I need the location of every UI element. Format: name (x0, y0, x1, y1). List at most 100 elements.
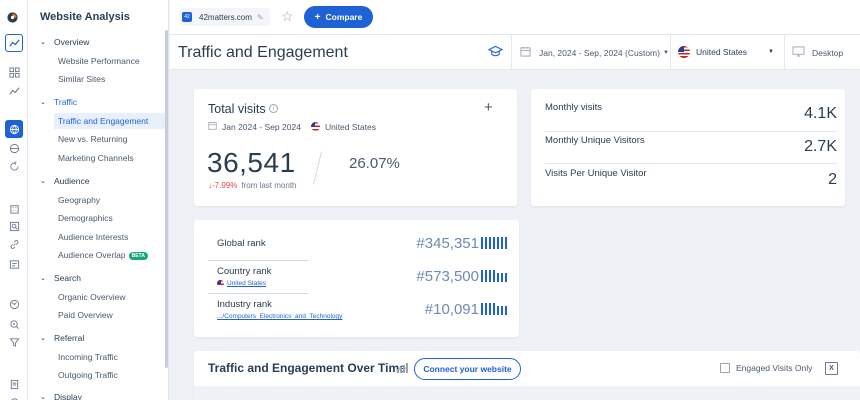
content-strip (194, 386, 860, 400)
nav-item-marketing-channels[interactable]: Marketing Channels (58, 153, 134, 163)
market-globe-icon[interactable] (6, 296, 22, 312)
company-icon[interactable] (6, 200, 22, 216)
learn-cap-icon[interactable] (487, 45, 504, 63)
nav-item-new-vs-returning[interactable]: New vs. Returning (58, 134, 127, 144)
sidebar-title: Website Analysis (40, 11, 130, 23)
nav-section-audience[interactable]: ⌄ Audience (40, 176, 89, 186)
link-icon[interactable] (6, 236, 22, 252)
total-visits-period: Jan 2024 - Sep 2024 (222, 121, 301, 132)
divider (670, 35, 671, 70)
rank-bars-icon (481, 270, 507, 282)
us-flag-icon (310, 122, 320, 131)
total-visits-title: Total visits (208, 102, 266, 116)
engaged-visits-toggle[interactable]: Engaged Visits Only (720, 363, 812, 373)
rank-bars-icon (481, 303, 507, 315)
trend-chart-icon[interactable] (6, 82, 22, 98)
monthly-stats-card: Monthly visits 4.1K Monthly Unique Visit… (531, 89, 845, 206)
nav-item-audience-interests[interactable]: Audience Interests (58, 232, 128, 242)
nav-item-audience-overlap[interactable]: Audience Overlap BETA (58, 250, 148, 260)
divider (312, 151, 323, 185)
page-title: Traffic and Engagement (178, 44, 348, 61)
domain-chip[interactable]: 42 42matters.com ✎ (180, 8, 270, 26)
divider (208, 293, 308, 294)
site-favicon-icon: 42 (182, 12, 192, 22)
sidebar-scrollbar[interactable] (165, 30, 168, 368)
nav-item-organic-overview[interactable]: Organic Overview (58, 292, 126, 302)
monthly-unique-visitors-row: Monthly Unique Visitors 2.7K (545, 135, 837, 155)
filter-icon[interactable] (6, 334, 22, 350)
brand-logo-icon[interactable] (7, 10, 21, 24)
audience-globe-icon[interactable] (6, 140, 22, 156)
us-flag-icon (678, 46, 690, 58)
calendar-icon (520, 46, 531, 59)
refresh-insights-icon[interactable] (6, 158, 22, 174)
dashboard-icon[interactable] (6, 64, 22, 80)
website-research-icon[interactable] (5, 34, 23, 52)
over-time-card: Traffic and Engagement Over Time Connect… (194, 351, 860, 400)
nav-item-demographics[interactable]: Demographics (58, 213, 113, 223)
target-search-icon[interactable] (6, 316, 22, 332)
reports-icon[interactable] (6, 376, 22, 392)
device-selector[interactable]: Desktop (792, 46, 843, 59)
date-range-picker[interactable]: Jan, 2024 - Sep, 2024 (Custom) ▼ (520, 46, 669, 59)
web-traffic-icon[interactable] (5, 120, 23, 138)
rank-bars-icon (481, 237, 507, 249)
total-visits-card: Total visits i + Jan 2024 - Sep 2024 Uni… (194, 89, 517, 206)
divider (511, 35, 512, 70)
engaged-visits-checkbox[interactable] (720, 363, 730, 373)
nav-item-website-performance[interactable]: Website Performance (58, 56, 140, 66)
top-bar: 42 42matters.com ✎ ☆ + Compare (170, 0, 860, 35)
rank-card: Global rank #345,351 Country rank United… (194, 220, 519, 337)
bar-chart-icon (397, 363, 408, 373)
excel-export-icon[interactable]: X (825, 362, 838, 375)
caret-down-icon: ▼ (768, 49, 774, 55)
country-rank-row: Country rank United States #573,500 (217, 266, 507, 287)
nav-section-overview[interactable]: ⌄ Overview (40, 37, 89, 47)
chevron-down-icon: ⌄ (40, 394, 46, 400)
total-visits-change: ↓-7.99% from last month (208, 181, 297, 190)
compare-button[interactable]: + Compare (304, 6, 373, 28)
date-range-value: Jan, 2024 - Sep, 2024 (Custom) (539, 47, 660, 58)
nav-item-traffic-and-engagement[interactable]: Traffic and Engagement (54, 113, 168, 129)
nav-item-geography[interactable]: Geography (58, 195, 100, 205)
nav-item-incoming-traffic[interactable]: Incoming Traffic (58, 352, 118, 362)
nav-section-traffic[interactable]: ⌄ Traffic (40, 97, 77, 107)
total-visits-country: United States (324, 121, 376, 132)
total-visits-share: 26.07% (349, 155, 400, 172)
calendar-icon (208, 121, 217, 132)
chevron-down-icon: ⌄ (40, 275, 46, 282)
more-icon[interactable] (6, 394, 22, 400)
industry-rank-row: Industry rank .../Computers_Electronics_… (217, 299, 507, 320)
add-plus-icon[interactable]: + (484, 99, 493, 116)
total-visits-filters: Jan 2024 - Sep 2024 United States (208, 121, 376, 132)
desktop-monitor-icon (792, 46, 805, 59)
us-flag-icon (217, 280, 224, 287)
beta-badge: BETA (128, 251, 148, 260)
monthly-visits-row: Monthly visits 4.1K (545, 102, 837, 122)
device-value: Desktop (812, 47, 844, 58)
country-selector[interactable]: United States ▼ (678, 46, 778, 58)
nav-item-paid-overview[interactable]: Paid Overview (58, 310, 113, 320)
caret-down-icon: ▼ (662, 49, 669, 56)
visits-per-visitor-row: Visits Per Unique Visitor 2 (545, 168, 837, 188)
chevron-down-icon: ⌄ (40, 178, 46, 185)
info-icon[interactable]: i (269, 104, 278, 113)
global-rank-row: Global rank #345,351 (217, 235, 507, 252)
nav-section-display[interactable]: ⌄ Display (40, 392, 82, 400)
nav-section-referral[interactable]: ⌄ Referral (40, 333, 84, 343)
total-visits-value: 36,541 (207, 147, 296, 178)
favorite-star-icon[interactable]: ☆ (281, 9, 294, 23)
country-value: United States (696, 47, 748, 57)
keyword-search-icon[interactable] (6, 218, 22, 234)
connect-website-button[interactable]: Connect your website (414, 358, 521, 380)
nav-item-similar-sites[interactable]: Similar Sites (58, 74, 105, 84)
chevron-down-icon: ⌄ (40, 39, 46, 46)
nav-item-outgoing-traffic[interactable]: Outgoing Traffic (58, 370, 118, 380)
ads-icon[interactable] (6, 256, 22, 272)
over-time-title: Traffic and Engagement Over Time (208, 361, 406, 375)
icon-rail (0, 0, 28, 400)
plus-icon: + (314, 11, 321, 23)
chevron-down-icon: ⌄ (40, 99, 46, 106)
edit-pencil-icon[interactable]: ✎ (257, 13, 264, 22)
nav-section-search[interactable]: ⌄ Search (40, 273, 81, 283)
